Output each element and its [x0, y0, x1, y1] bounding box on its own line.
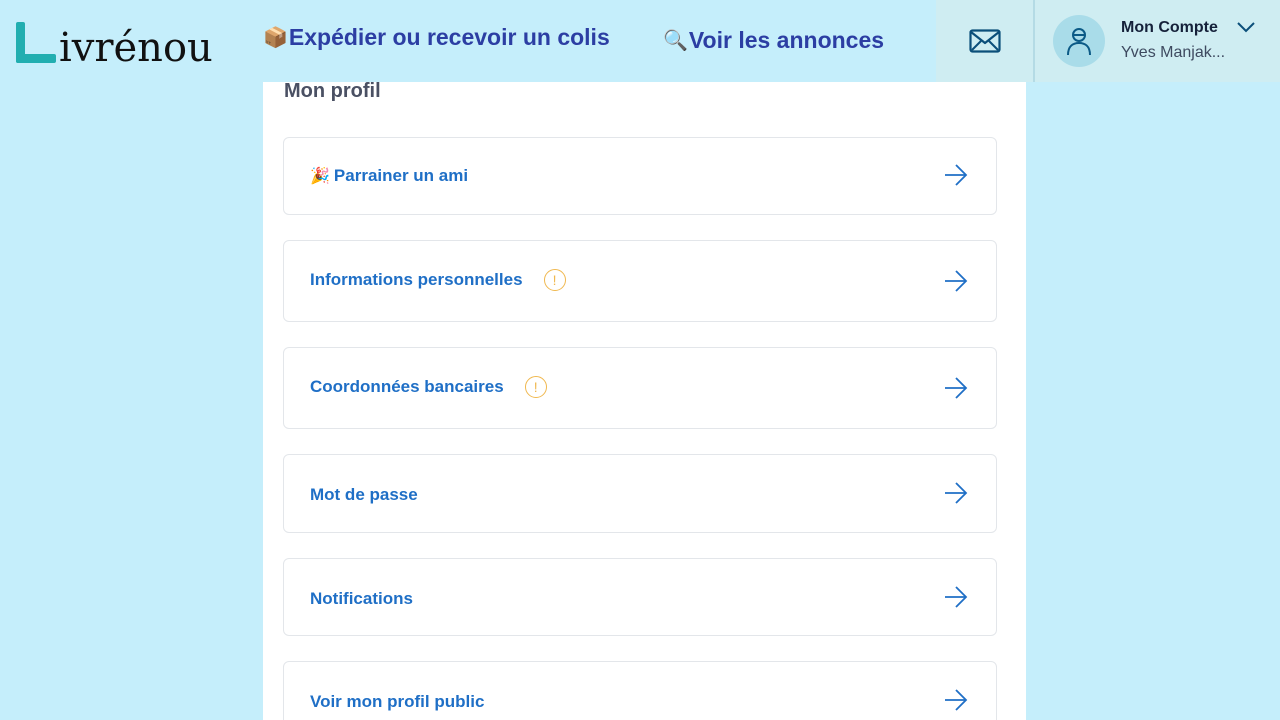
party-popper-icon: 🎉	[310, 168, 330, 185]
profile-item-notifications[interactable]: Notifications	[283, 558, 997, 636]
account-title: Mon Compte	[1121, 19, 1218, 36]
page-title: Mon profil	[284, 80, 381, 102]
messages-button[interactable]	[936, 0, 1033, 82]
personal-info-label: Informations personnelles	[310, 270, 523, 289]
profile-item-referral[interactable]: 🎉 Parrainer un ami	[283, 137, 997, 215]
account-user-name: Yves Manjak...	[1121, 44, 1226, 61]
profile-item-personal-info[interactable]: Informations personnelles !	[283, 240, 997, 322]
chevron-down-icon[interactable]	[1236, 20, 1256, 34]
arrow-right-icon	[945, 270, 968, 292]
magnifier-icon: 🔍	[663, 30, 688, 52]
user-icon	[1067, 28, 1091, 56]
mail-icon	[968, 29, 1001, 53]
arrow-right-icon	[945, 482, 968, 504]
profile-item-public-profile[interactable]: Voir mon profil public	[283, 661, 997, 720]
arrow-right-icon	[945, 377, 968, 399]
notifications-label: Notifications	[310, 589, 413, 608]
arrow-right-icon	[945, 689, 968, 711]
nav-view-listings[interactable]: 🔍 Voir les annonces	[663, 27, 884, 54]
referral-label: Parrainer un ami	[333, 166, 469, 185]
profile-item-bank-details[interactable]: Coordonnées bancaires !	[283, 347, 997, 429]
warning-circle-icon: !	[524, 376, 547, 398]
logo-l-mark	[14, 18, 56, 64]
nav-ship-parcel[interactable]: 📦 Expédier ou recevoir un colis	[263, 24, 610, 51]
nav-ship-parcel-label: Expédier ou recevoir un colis	[288, 24, 610, 50]
warning-circle-icon: !	[543, 269, 566, 291]
arrow-right-icon	[945, 586, 968, 608]
top-header: ivrénou 📦 Expédier ou recevoir un colis …	[0, 0, 1280, 82]
profile-item-label: Coordonnées bancaires !	[310, 376, 547, 398]
bank-details-label: Coordonnées bancaires	[310, 377, 504, 396]
public-profile-label: Voir mon profil public	[310, 692, 485, 711]
nav-view-listings-label: Voir les annonces	[688, 27, 885, 53]
avatar	[1053, 15, 1105, 67]
password-label: Mot de passe	[310, 485, 418, 504]
profile-item-label: Informations personnelles !	[310, 269, 566, 291]
arrow-right-icon	[945, 164, 968, 186]
package-icon: 📦	[263, 27, 288, 49]
profile-panel: Mon profil 🎉 Parrainer un ami Informatio…	[263, 80, 1026, 720]
profile-item-password[interactable]: Mot de passe	[283, 454, 997, 533]
logo[interactable]: ivrénou	[14, 12, 213, 72]
logo-text: ivrénou	[59, 25, 213, 71]
account-menu[interactable]: Mon Compte Yves Manjak...	[1035, 0, 1280, 82]
profile-item-label: 🎉 Parrainer un ami	[310, 166, 468, 186]
